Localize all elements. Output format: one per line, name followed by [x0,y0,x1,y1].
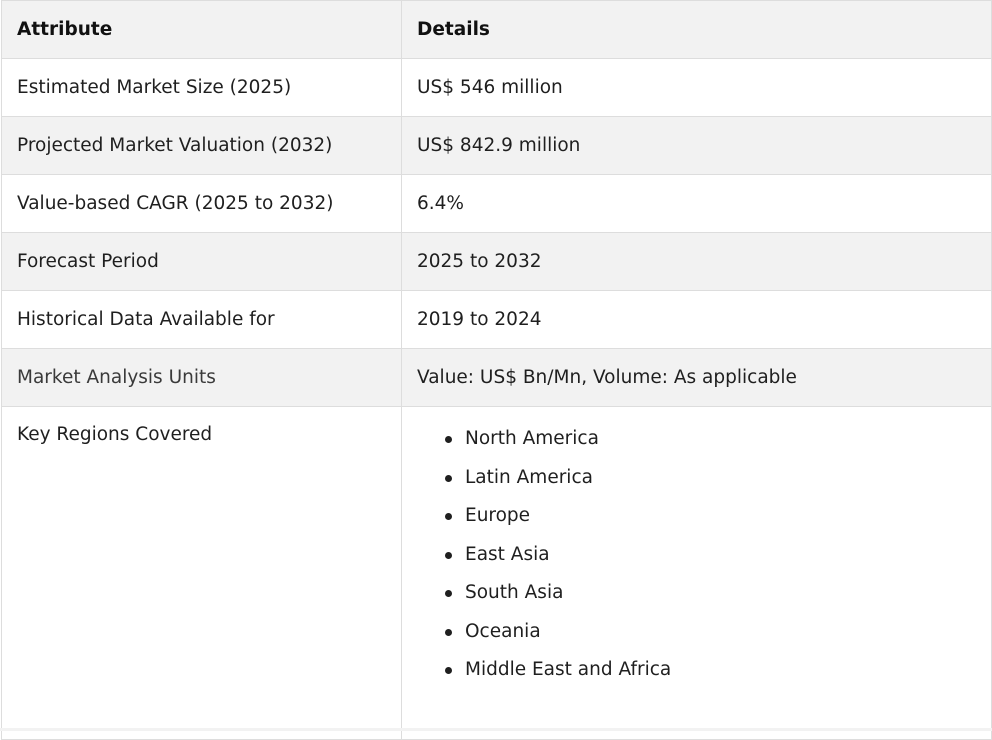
table-row: Forecast Period 2025 to 2032 [1,232,992,291]
table-row: Estimated Market Size (2025) US$ 546 mil… [1,58,992,117]
table-row: Market Analysis Units Value: US$ Bn/Mn, … [1,348,992,407]
column-header-attribute: Attribute [1,0,402,59]
table-row-key-regions: Key Regions Covered North America Latin … [1,406,992,740]
attribute-cell: Forecast Period [1,232,402,291]
column-header-details: Details [401,0,992,59]
table-row: Historical Data Available for 2019 to 20… [1,290,992,349]
bullet-icon [445,628,452,636]
details-cell: US$ 546 million [401,58,992,117]
bullet-icon [445,551,452,559]
market-attributes-table-container: Attribute Details Estimated Market Size … [1,0,992,740]
details-cell: 2019 to 2024 [401,290,992,349]
attribute-cell: Market Analysis Units [1,348,402,407]
region-label: Latin America [465,466,593,488]
details-cell: Value: US$ Bn/Mn, Volume: As applicable [401,348,992,407]
table-row: Projected Market Valuation (2032) US$ 84… [1,116,992,175]
list-item: North America [445,427,976,466]
regions-list: North America Latin America Europe East … [417,427,976,697]
region-label: Europe [465,505,531,526]
bullet-icon [445,474,452,482]
list-item: East Asia [445,543,976,582]
market-attributes-table: Attribute Details Estimated Market Size … [1,0,992,740]
table-header-row: Attribute Details [1,0,992,59]
regions-cell: North America Latin America Europe East … [401,406,992,740]
attribute-cell: Value-based CAGR (2025 to 2032) [1,174,402,233]
region-label: East Asia [465,543,550,565]
details-cell: 2025 to 2032 [401,232,992,291]
attribute-cell: Historical Data Available for [1,290,402,349]
region-label: Oceania [465,620,541,642]
bullet-icon [445,436,452,443]
bullet-icon [445,590,452,597]
region-label: Middle East and Africa [465,659,672,680]
details-cell: 6.4% [401,174,992,233]
attribute-cell: Projected Market Valuation (2032) [1,116,402,175]
list-item: Middle East and Africa [445,658,976,697]
list-item: Latin America [445,466,976,505]
region-label: South Asia [465,582,564,603]
region-label: North America [465,428,599,449]
bullet-icon [445,667,452,674]
details-cell: US$ 842.9 million [401,116,992,175]
attribute-cell: Estimated Market Size (2025) [1,58,402,117]
list-item: Europe [445,504,976,543]
list-item: Oceania [445,620,976,659]
list-item: South Asia [445,581,976,620]
table-row: Value-based CAGR (2025 to 2032) 6.4% [1,174,992,233]
attribute-cell: Key Regions Covered [1,406,402,740]
bullet-icon [445,513,452,520]
